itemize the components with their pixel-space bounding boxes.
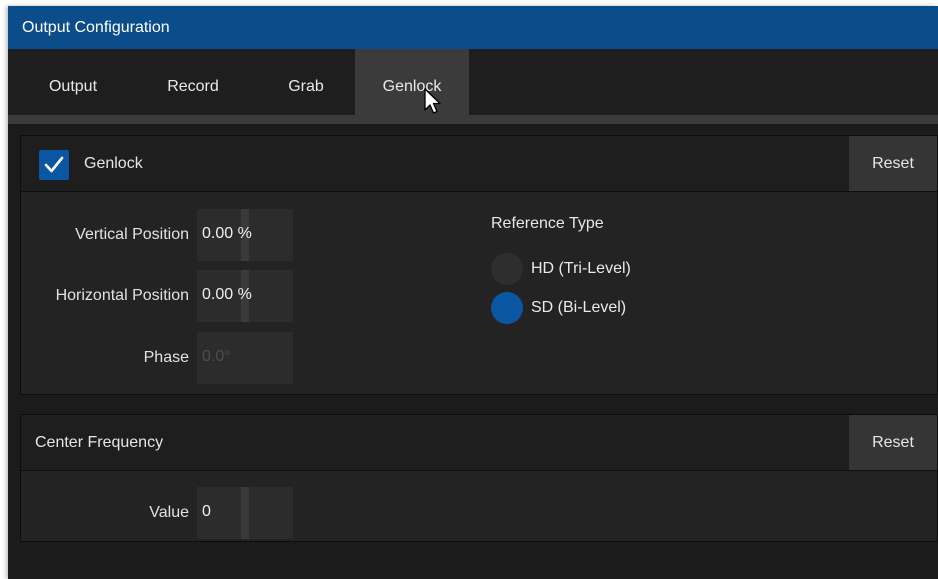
window-title: Output Configuration <box>22 19 170 36</box>
horizontal-position-label: Horizontal Position <box>55 287 189 304</box>
sd-bi-level-label: SD (Bi-Level) <box>531 299 627 316</box>
title-bar: Output Configuration <box>8 6 938 49</box>
tab-record[interactable]: Record <box>138 49 248 115</box>
vertical-position-input[interactable]: 0.00 % <box>197 209 293 261</box>
genlock-panel: Genlock Reset Vertical Position Horizont… <box>20 135 938 395</box>
field-labels: Value <box>21 415 189 541</box>
tab-grab[interactable]: Grab <box>264 49 348 115</box>
vertical-position-value: 0.00 % <box>202 225 252 242</box>
hd-tri-level-radio[interactable] <box>491 253 523 285</box>
center-frequency-value: 0 <box>202 503 211 520</box>
genlock-reset-button[interactable]: Reset <box>849 136 937 191</box>
field-labels: Vertical Position Horizontal Position Ph… <box>21 136 189 394</box>
mouse-pointer-icon <box>424 88 441 114</box>
vertical-position-label: Vertical Position <box>75 226 189 243</box>
reference-type-heading: Reference Type <box>491 215 604 232</box>
phase-label: Phase <box>143 349 189 366</box>
tab-strip-divider <box>8 115 938 124</box>
sd-bi-level-radio[interactable] <box>491 292 523 324</box>
horizontal-position-input[interactable]: 0.00 % <box>197 270 293 322</box>
value-label: Value <box>149 504 189 521</box>
tab-output[interactable]: Output <box>26 49 120 115</box>
center-frequency-panel: Center Frequency Reset Value 0 <box>20 414 938 542</box>
tab-genlock[interactable]: Genlock <box>355 49 469 115</box>
center-frequency-reset-button[interactable]: Reset <box>849 415 937 470</box>
tab-bar: Output Record Grab Genlock <box>8 49 938 115</box>
phase-value: 0.0° <box>202 348 231 365</box>
output-configuration-window: Output Configuration Output Record Grab … <box>8 6 938 579</box>
phase-input: 0.0° <box>197 332 293 384</box>
horizontal-position-value: 0.00 % <box>202 286 252 303</box>
hd-tri-level-label: HD (Tri-Level) <box>531 260 631 277</box>
center-frequency-value-input[interactable]: 0 <box>197 487 293 539</box>
drag-handle[interactable] <box>241 487 249 539</box>
